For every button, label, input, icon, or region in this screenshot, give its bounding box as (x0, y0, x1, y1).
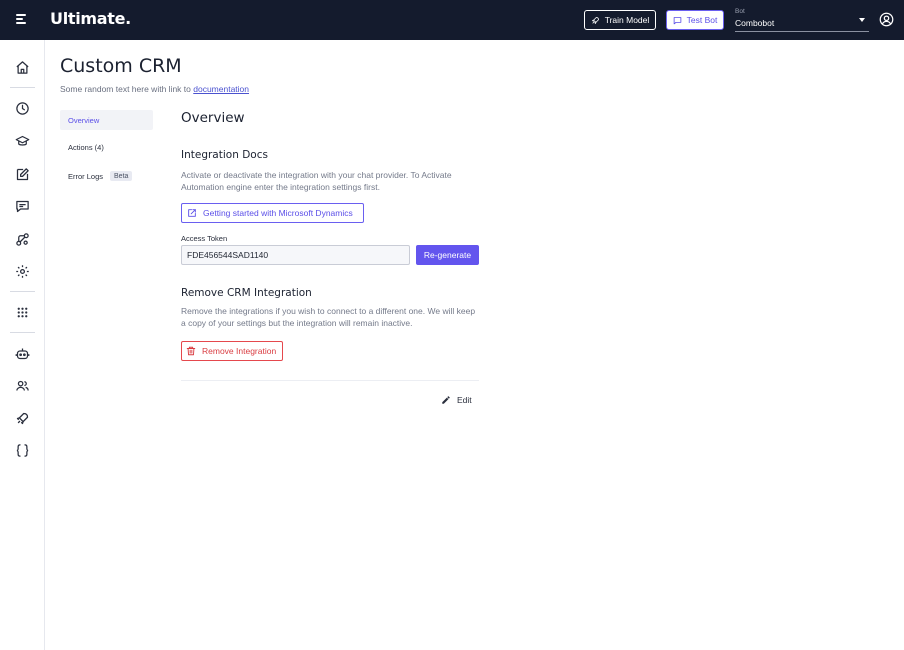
settings-icon[interactable] (15, 264, 30, 279)
subnav-overview[interactable]: Overview (60, 110, 153, 130)
conversations-icon[interactable] (15, 199, 30, 214)
divider (181, 380, 479, 381)
rocket-icon[interactable] (15, 411, 30, 426)
subnav-actions[interactable]: Actions (4) (60, 137, 153, 157)
flows-icon[interactable] (15, 232, 30, 247)
pencil-icon (442, 396, 450, 404)
integration-docs-heading: Integration Docs (181, 149, 268, 161)
left-rail (0, 40, 45, 650)
bot-icon[interactable] (15, 346, 30, 361)
rail-divider (10, 332, 35, 333)
apps-grid-icon[interactable] (15, 305, 30, 320)
subnav-actions-label: Actions (4) (68, 142, 104, 152)
edit-icon[interactable] (15, 167, 30, 182)
regenerate-button[interactable]: Re-generate (416, 245, 479, 265)
beta-badge: Beta (110, 171, 133, 181)
chat-icon (673, 16, 681, 24)
train-model-label: Train Model (604, 15, 650, 25)
top-bar: Ultimate. Train Model Test Bot Bot Combo… (0, 0, 904, 40)
getting-started-label: Getting started with Microsoft Dynamics (203, 208, 353, 218)
train-model-button[interactable]: Train Model (584, 10, 656, 30)
rail-divider (10, 291, 35, 292)
home-icon[interactable] (15, 60, 30, 75)
test-bot-button[interactable]: Test Bot (666, 10, 724, 30)
users-icon[interactable] (15, 378, 30, 393)
bot-select-value: Combobot (735, 18, 775, 28)
getting-started-button[interactable]: Getting started with Microsoft Dynamics (181, 203, 364, 223)
subnav-error-logs-label: Error Logs (68, 171, 104, 181)
edit-label: Edit (457, 395, 472, 405)
remove-integration-label: Remove Integration (202, 346, 277, 356)
logo: Ultimate. (50, 9, 131, 28)
rocket-icon (591, 16, 599, 24)
page-title: Custom CRM (60, 55, 182, 77)
integration-docs-description: Activate or deactivate the integration w… (181, 170, 452, 192)
trash-icon (186, 346, 196, 356)
account-icon[interactable] (879, 12, 894, 27)
access-token-label: Access Token (181, 234, 228, 243)
section-title: Overview (181, 110, 245, 126)
training-icon[interactable] (15, 134, 30, 149)
menu-icon[interactable] (16, 13, 28, 25)
page-subtitle: Some random text here with link to docum… (60, 84, 249, 94)
documentation-link[interactable]: documentation (193, 84, 249, 94)
remove-crm-description: Remove the integrations if you wish to c… (181, 306, 476, 328)
edit-button[interactable]: Edit (437, 392, 479, 408)
bot-select-label: Bot (735, 8, 745, 15)
code-braces-icon[interactable] (15, 443, 30, 458)
subtitle-text: Some random text here with link to (60, 84, 191, 94)
remove-integration-button[interactable]: Remove Integration (181, 341, 283, 361)
external-link-icon (188, 209, 196, 217)
access-token-field[interactable] (181, 245, 410, 265)
bot-select[interactable]: Bot Combobot (735, 8, 869, 32)
subnav-overview-label: Overview (68, 115, 100, 125)
test-bot-label: Test Bot (686, 15, 718, 25)
chevron-down-icon (859, 18, 865, 22)
rail-divider (10, 87, 35, 88)
subnav-error-logs[interactable]: Error Logs Beta (60, 166, 153, 186)
remove-crm-heading: Remove CRM Integration (181, 287, 312, 299)
history-icon[interactable] (15, 101, 30, 116)
